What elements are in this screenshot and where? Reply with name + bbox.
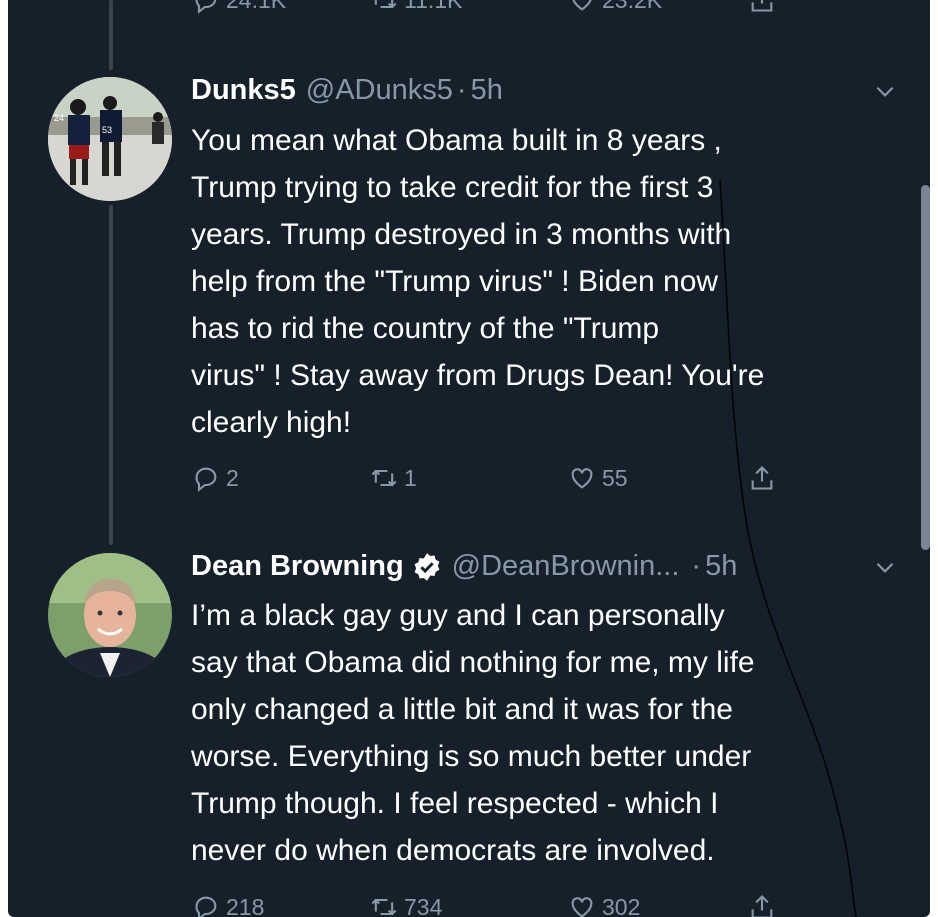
tweet-actions: 218 734 302	[8, 893, 930, 917]
chevron-down-icon[interactable]	[872, 554, 898, 580]
retweet-button[interactable]: 1	[370, 464, 417, 492]
avatar-dunks5[interactable]: 24 53	[48, 77, 172, 201]
like-button[interactable]: 23.2K	[568, 0, 662, 14]
retweet-icon	[371, 898, 397, 916]
tweet-text: I’m a black gay guy and I can personally…	[191, 599, 755, 867]
scrollbar[interactable]	[921, 185, 930, 550]
retweet-button[interactable]: 734	[370, 893, 442, 917]
like-icon	[571, 468, 593, 489]
share-button[interactable]	[748, 0, 776, 14]
chevron-down-icon[interactable]	[872, 78, 898, 104]
like-count: 55	[602, 464, 628, 491]
like-button[interactable]: 55	[568, 464, 628, 492]
retweet-count: 1	[404, 464, 417, 491]
verified-badge-icon	[414, 552, 440, 581]
reply-icon	[195, 0, 217, 14]
retweet-icon	[371, 469, 397, 487]
timestamp[interactable]: 5h	[471, 74, 503, 107]
retweet-count: 734	[404, 893, 443, 917]
like-icon	[572, 0, 592, 11]
handle[interactable]: @DeanBrownin...	[452, 550, 680, 583]
share-icon	[751, 0, 773, 12]
handle[interactable]: @ADunks5	[306, 74, 453, 107]
reply-count: 218	[226, 893, 265, 917]
reply-count: 24.1K	[226, 0, 286, 14]
like-count: 302	[602, 893, 641, 917]
retweet-count: 11.1K	[404, 0, 462, 14]
hockey-players-photo: 24 53	[48, 77, 172, 201]
reply-icon	[195, 896, 217, 917]
retweet-icon	[374, 0, 397, 9]
like-button[interactable]: 302	[568, 893, 640, 917]
share-button[interactable]	[748, 464, 776, 492]
share-icon	[751, 466, 773, 490]
display-name[interactable]: Dunks5	[191, 74, 296, 107]
separator: ·	[456, 74, 467, 106]
profile-photo	[48, 553, 172, 677]
avatar-dean-browning[interactable]	[48, 553, 172, 677]
tweet-actions: 2 1 55	[8, 464, 930, 504]
reply-count: 2	[226, 464, 239, 491]
tweet-thread-screen: 24.1K 11.1K 23.2K	[8, 0, 930, 917]
like-icon	[571, 897, 593, 917]
timestamp[interactable]: 5h	[705, 550, 737, 583]
share-icon	[751, 895, 773, 917]
jersey-number-right: 53	[102, 125, 112, 135]
display-name[interactable]: Dean Browning	[191, 550, 404, 583]
reply-button[interactable]: 2	[192, 464, 239, 492]
tweet-header: Dean Browning @DeanBrownin... · 5h	[191, 550, 737, 583]
reply-icon	[195, 467, 217, 492]
reply-button[interactable]: 218	[192, 893, 264, 917]
retweet-button[interactable]: 11.1K	[370, 0, 462, 14]
jersey-number-left: 24	[54, 113, 64, 123]
previous-tweet-actions: 24.1K 11.1K 23.2K	[8, 0, 930, 26]
reply-button[interactable]: 24.1K	[192, 0, 286, 14]
tweet-header: Dunks5 @ADunks5 · 5h	[191, 74, 503, 107]
separator: ·	[691, 550, 702, 582]
share-button[interactable]	[748, 893, 776, 917]
tweet-text: You mean what Obama built in 8 years , T…	[191, 124, 765, 439]
like-count: 23.2K	[602, 0, 662, 14]
